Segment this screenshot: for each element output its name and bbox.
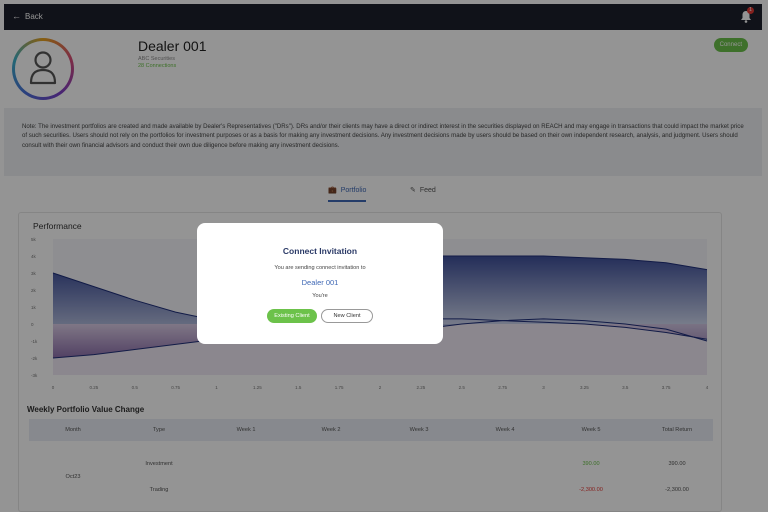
modal-dealer-name: Dealer 001 [301,278,339,287]
connect-invitation-modal: Connect Invitation You are sending conne… [197,223,443,344]
modal-youre-label: You're [312,293,328,299]
existing-client-button[interactable]: Existing Client [267,309,317,323]
modal-subtitle: You are sending connect invitation to [274,265,366,271]
modal-title: Connect Invitation [282,246,358,256]
new-client-button[interactable]: New Client [321,309,373,323]
